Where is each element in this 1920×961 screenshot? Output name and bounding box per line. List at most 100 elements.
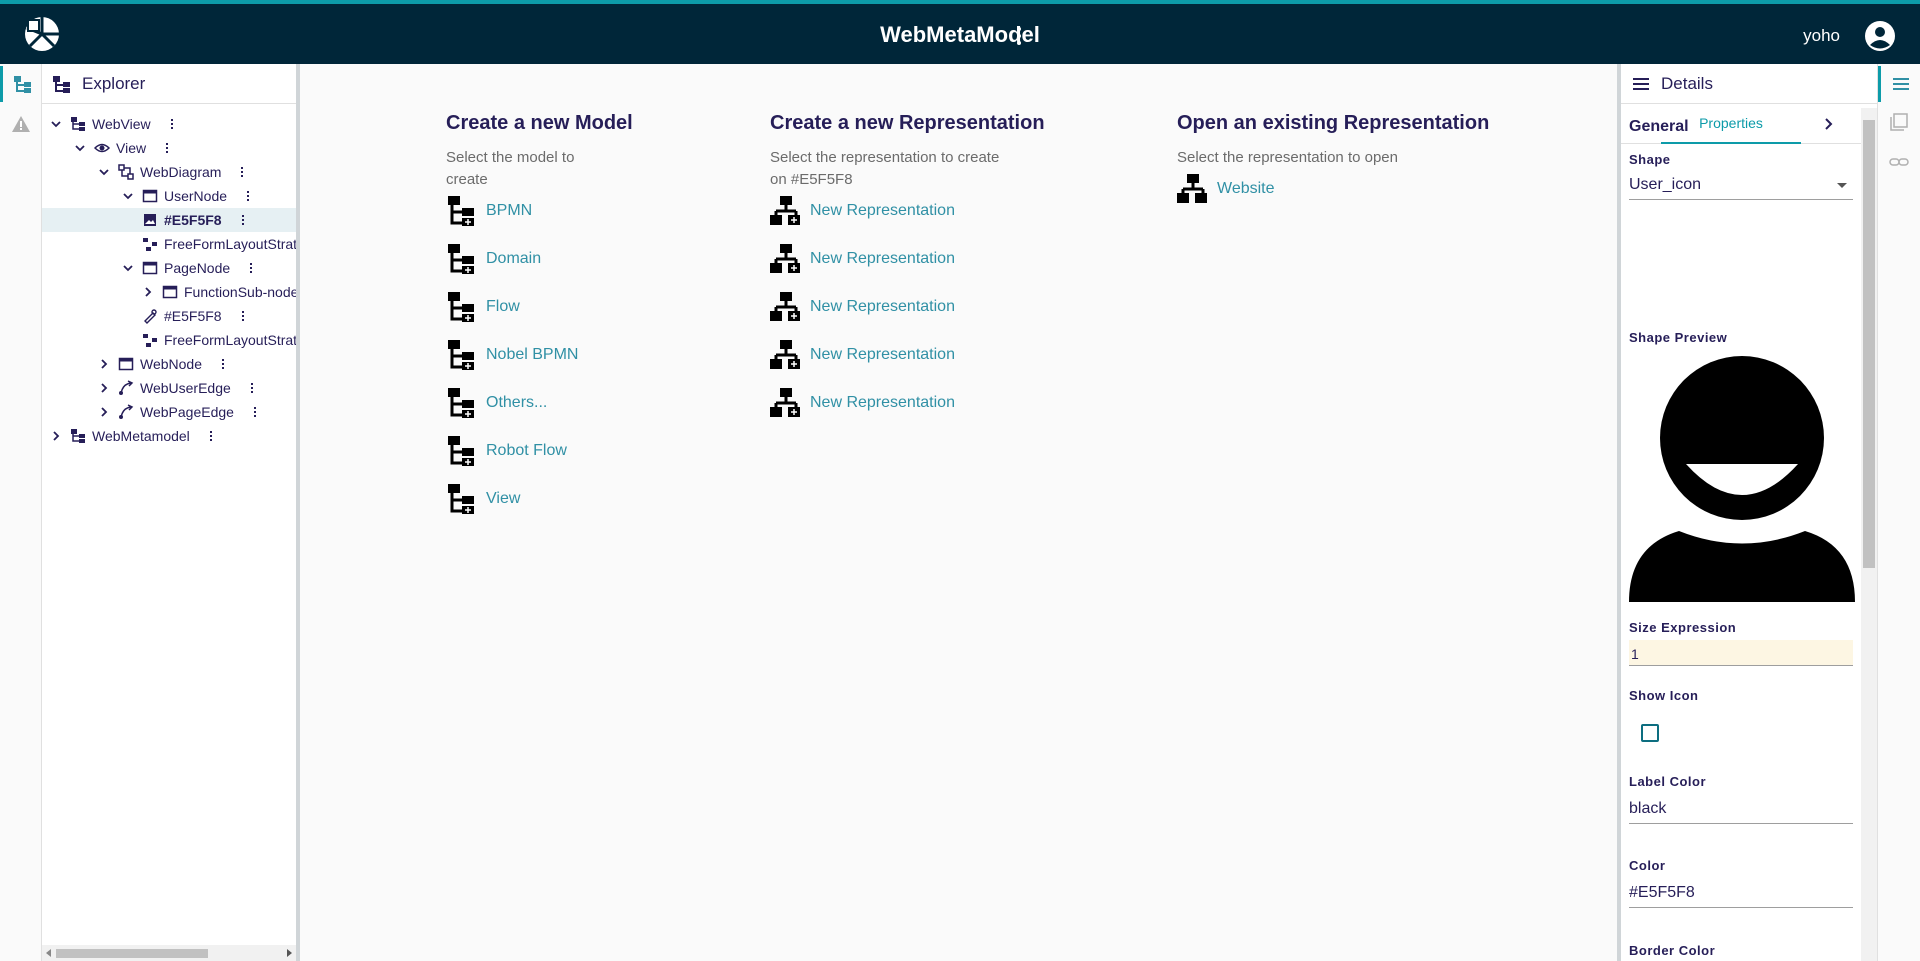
chevron-down-icon[interactable]	[120, 188, 136, 204]
border-color-label: Border Color	[1629, 943, 1716, 958]
tree-item[interactable]: FreeFormLayoutStrategy	[120, 232, 296, 256]
new-model-item[interactable]: View	[446, 481, 520, 517]
new-model-label[interactable]: Domain	[486, 250, 541, 268]
app-logo-icon[interactable]	[24, 16, 60, 52]
more-options-icon[interactable]	[240, 213, 246, 227]
details-view-button[interactable]	[1878, 66, 1920, 102]
tree-item[interactable]: WebNode	[96, 352, 226, 376]
details-panel: Details Properties General Shape User_ic…	[1617, 64, 1877, 961]
tree-item[interactable]: WebView	[48, 112, 175, 136]
new-representation-item[interactable]: New Representation	[770, 289, 955, 325]
open-representation-item[interactable]: Website	[1177, 171, 1275, 207]
tree-item[interactable]: View	[72, 136, 170, 160]
scrollbar-thumb[interactable]	[56, 949, 208, 958]
new-model-label[interactable]: Others...	[486, 394, 547, 412]
model-tree-icon	[70, 428, 86, 444]
representation-add-icon	[770, 292, 800, 321]
chevron-right-icon[interactable]	[96, 380, 112, 396]
more-options-icon[interactable]	[164, 141, 170, 155]
more-options-icon[interactable]	[169, 117, 175, 131]
style-icon	[142, 308, 158, 324]
scrollbar-thumb[interactable]	[1863, 120, 1875, 568]
chevron-down-icon[interactable]	[120, 260, 136, 276]
new-representation-subtitle: Select the representation to create on #…	[770, 149, 1000, 188]
tree-item-label: WebNode	[140, 356, 203, 372]
size-expression-input[interactable]: 1	[1629, 640, 1853, 666]
tree-item[interactable]: UserNode	[120, 184, 251, 208]
more-options-icon[interactable]	[248, 261, 254, 275]
chevron-right-icon[interactable]	[48, 428, 64, 444]
model-add-icon	[448, 436, 474, 466]
new-representation-label[interactable]: New Representation	[810, 250, 955, 268]
tree-item[interactable]: #E5F5F8	[42, 208, 296, 232]
new-model-label[interactable]: Nobel BPMN	[486, 346, 578, 364]
tree-item[interactable]: FreeFormLayoutStrategy	[120, 328, 296, 352]
shape-select[interactable]: User_icon	[1629, 170, 1853, 200]
open-representation-section: Open an existing Representation Select t…	[1177, 112, 1517, 203]
new-model-subtitle: Select the model to create	[446, 149, 575, 188]
new-representation-label[interactable]: New Representation	[810, 394, 955, 412]
new-model-label[interactable]: Flow	[486, 298, 520, 316]
model-add-icon	[448, 292, 474, 322]
chevron-right-icon[interactable]	[140, 284, 156, 300]
representation-add-icon	[770, 244, 800, 273]
explorer-horizontal-scrollbar[interactable]	[42, 945, 296, 961]
new-representation-item[interactable]: New Representation	[770, 385, 955, 421]
validation-view-button[interactable]	[0, 106, 42, 142]
more-options-icon[interactable]	[208, 429, 214, 443]
new-model-item[interactable]: Robot Flow	[446, 433, 567, 469]
app-header: WebMetaModel yoho	[0, 0, 1920, 64]
more-options-icon[interactable]	[220, 357, 226, 371]
account-icon[interactable]	[1864, 20, 1896, 52]
new-model-item[interactable]: Domain	[446, 241, 541, 277]
color-label: Color	[1629, 858, 1666, 873]
new-model-item[interactable]: Others...	[446, 385, 547, 421]
show-icon-checkbox[interactable]	[1641, 724, 1659, 742]
more-options-icon[interactable]	[245, 189, 251, 203]
label-color-input[interactable]: black	[1629, 794, 1853, 824]
new-model-label[interactable]: View	[486, 490, 520, 508]
edge-icon	[118, 380, 134, 396]
chevron-down-icon[interactable]	[48, 116, 64, 132]
new-representation-label[interactable]: New Representation	[810, 346, 955, 364]
more-options-icon[interactable]	[252, 405, 258, 419]
new-representation-label[interactable]: New Representation	[810, 202, 955, 220]
tree-item[interactable]: WebPageEdge	[96, 400, 258, 424]
show-icon-label: Show Icon	[1629, 688, 1699, 703]
project-menu-button[interactable]	[1012, 25, 1026, 47]
new-model-label[interactable]: Robot Flow	[486, 442, 567, 460]
tree-item[interactable]: FunctionSub-node	[140, 280, 296, 304]
model-add-icon	[448, 484, 474, 514]
new-representation-label[interactable]: New Representation	[810, 298, 955, 316]
chevron-right-icon[interactable]	[1821, 116, 1837, 132]
new-model-item[interactable]: BPMN	[446, 193, 532, 229]
new-model-item[interactable]: Nobel BPMN	[446, 337, 578, 373]
tree-item-label: #E5F5F8	[164, 308, 222, 324]
new-model-label[interactable]: BPMN	[486, 202, 532, 220]
chevron-down-icon[interactable]	[96, 164, 112, 180]
explorer-view-button[interactable]	[0, 66, 42, 102]
warning-icon	[12, 116, 30, 132]
new-representation-item[interactable]: New Representation	[770, 337, 955, 373]
scroll-right-icon[interactable]	[287, 949, 292, 957]
chevron-right-icon[interactable]	[96, 356, 112, 372]
tree-item[interactable]: WebUserEdge	[96, 376, 255, 400]
new-representation-item[interactable]: New Representation	[770, 241, 955, 277]
new-model-item[interactable]: Flow	[446, 289, 520, 325]
scroll-left-icon[interactable]	[46, 949, 51, 957]
tree-item[interactable]: WebMetamodel	[48, 424, 214, 448]
related-elements-view-button[interactable]	[1878, 144, 1920, 180]
tree-item[interactable]: PageNode	[120, 256, 254, 280]
open-representation-label[interactable]: Website	[1217, 180, 1275, 198]
new-representation-item[interactable]: New Representation	[770, 193, 955, 229]
details-vertical-scrollbar[interactable]	[1861, 108, 1877, 961]
more-options-icon[interactable]	[240, 309, 246, 323]
color-input[interactable]: #E5F5F8	[1629, 878, 1853, 908]
chevron-right-icon[interactable]	[96, 404, 112, 420]
tree-item[interactable]: #E5F5F8	[120, 304, 246, 328]
representations-view-button[interactable]	[1878, 104, 1920, 140]
more-options-icon[interactable]	[249, 381, 255, 395]
chevron-down-icon[interactable]	[72, 140, 88, 156]
tree-item[interactable]: WebDiagram	[96, 160, 245, 184]
more-options-icon[interactable]	[239, 165, 245, 179]
